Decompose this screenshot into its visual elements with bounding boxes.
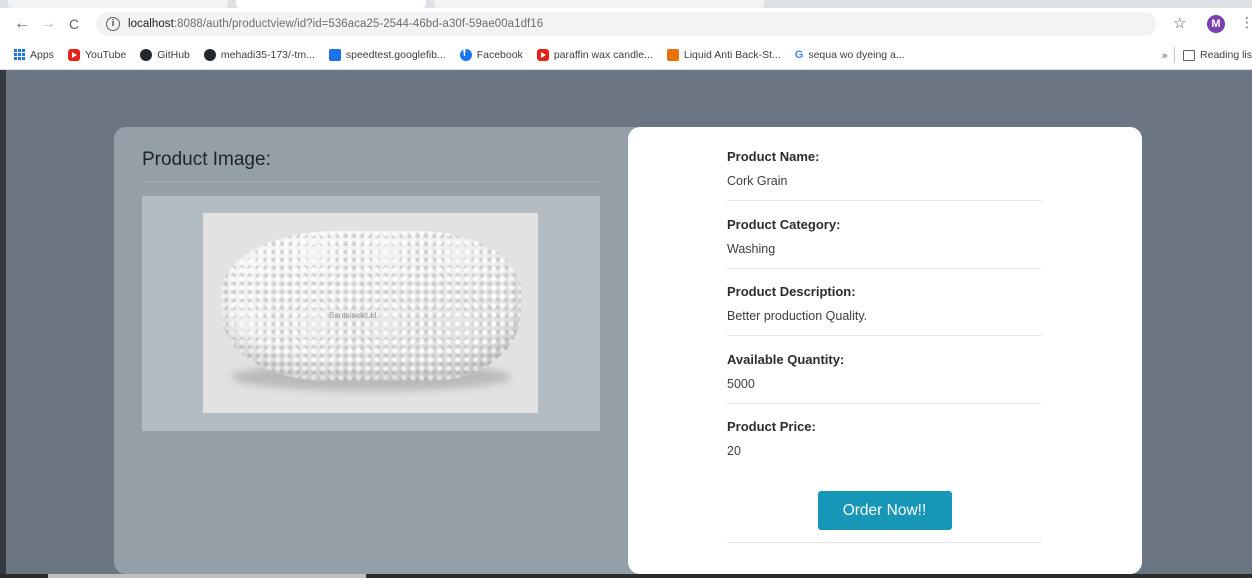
google-icon: G: [794, 48, 804, 61]
youtube-icon: [67, 48, 80, 61]
order-now-button[interactable]: Order Now!!: [817, 491, 952, 530]
bookmark-star-icon[interactable]: ☆: [1173, 14, 1186, 32]
bookmark-label: GitHub: [157, 48, 190, 61]
back-arrow-icon[interactable]: ←: [10, 12, 34, 36]
field-value: Better production Quality.: [727, 309, 868, 323]
bookmark-youtube[interactable]: YouTube: [67, 48, 127, 61]
field-available-quantity: Available Quantity: 5000: [727, 352, 1042, 404]
bookmark-label: paraffin wax candle...: [553, 48, 653, 61]
liquid-icon: [666, 48, 679, 61]
speedtest-icon: [328, 48, 341, 61]
field-divider: [727, 200, 1042, 201]
forward-arrow-icon[interactable]: →: [36, 12, 60, 36]
product-image-heading: Product Image:: [142, 149, 271, 170]
field-value: Washing: [727, 242, 776, 256]
bookmark-apps[interactable]: Apps: [14, 49, 54, 61]
bookmarks-bar: Apps YouTube GitHub mehadi35-173/-tm... …: [0, 40, 1252, 70]
product-image-frame: Bantalsakit.id: [142, 196, 600, 431]
bookmark-sequa[interactable]: G sequa wo dyeing a...: [795, 49, 905, 61]
bookmark-label: mehadi35-173/-tm...: [220, 48, 315, 61]
bookmark-speedtest[interactable]: speedtest.googlefib...: [328, 48, 446, 61]
github-icon: [203, 48, 216, 61]
site-info-icon[interactable]: i: [106, 17, 120, 31]
bookmark-liquid[interactable]: Liquid Anti Back-St...: [666, 48, 781, 61]
field-label: Product Name:: [727, 149, 820, 164]
field-label: Product Category:: [727, 217, 841, 232]
browser-tab[interactable]: [434, 0, 764, 8]
address-bar-row: ← → C i localhost:8088/auth/productview/…: [0, 8, 1252, 40]
bookmarks-right: » Reading lis: [1155, 40, 1252, 69]
window-left-edge: [0, 70, 6, 578]
button-divider: [727, 542, 1042, 543]
reload-icon[interactable]: C: [62, 12, 86, 36]
product-image-card: Product Image: Bantalsakit.id: [114, 127, 636, 574]
bookmark-facebook[interactable]: Facebook: [459, 48, 523, 61]
heading-divider: [142, 181, 600, 182]
bookmarks-overflow-icon[interactable]: »: [1161, 49, 1168, 62]
bead-pillow-image: [221, 231, 521, 381]
field-divider: [727, 268, 1042, 269]
browser-tab[interactable]: [8, 0, 228, 8]
bookmarks-separator: [1174, 47, 1176, 63]
browser-tab-active[interactable]: [236, 0, 426, 8]
url-text: localhost:8088/auth/productview/id?id=53…: [128, 18, 543, 30]
field-product-price: Product Price: 20: [727, 419, 1042, 458]
field-label: Available Quantity:: [727, 352, 845, 367]
field-label: Product Description:: [727, 284, 856, 299]
url-input[interactable]: i localhost:8088/auth/productview/id?id=…: [96, 12, 1156, 36]
field-product-description: Product Description: Better production Q…: [727, 284, 1042, 336]
field-value: Cork Grain: [727, 174, 788, 188]
bookmark-label: Liquid Anti Back-St...: [683, 48, 781, 61]
field-value: 20: [727, 444, 741, 458]
reading-list-button[interactable]: Reading lis: [1200, 49, 1252, 61]
bookmark-github-repo[interactable]: mehadi35-173/-tm...: [203, 48, 315, 61]
field-product-category: Product Category: Washing: [727, 217, 1042, 269]
profile-avatar[interactable]: M: [1207, 15, 1225, 33]
field-divider: [727, 335, 1042, 336]
bookmark-label: speedtest.googlefib...: [345, 48, 446, 61]
youtube-icon: [536, 48, 549, 61]
photo-watermark: Bantalsakit.id: [329, 311, 377, 320]
field-divider: [727, 403, 1042, 404]
horizontal-scrollbar[interactable]: [0, 574, 1252, 578]
scrollbar-thumb[interactable]: [48, 574, 366, 578]
facebook-icon: [459, 48, 472, 61]
browser-menu-icon[interactable]: ⋮: [1240, 15, 1252, 31]
order-button-wrap: Order Now!!: [727, 491, 1042, 530]
url-path: :8088/auth/productview/id?id=536aca25-25…: [173, 18, 544, 30]
reading-list-icon: [1183, 49, 1196, 61]
apps-grid-icon: [14, 49, 25, 60]
field-product-name: Product Name: Cork Grain: [727, 149, 1042, 201]
bookmark-label: Facebook: [476, 48, 523, 61]
bookmark-paraffin[interactable]: paraffin wax candle...: [536, 48, 653, 61]
field-label: Product Price:: [727, 419, 816, 434]
github-icon: [140, 48, 153, 61]
bookmark-label: Apps: [30, 48, 54, 61]
field-value: 5000: [727, 377, 755, 391]
bookmark-github[interactable]: GitHub: [140, 48, 190, 61]
product-photo: Bantalsakit.id: [203, 213, 538, 413]
url-host: localhost: [128, 18, 174, 30]
product-details-card: Product Name: Cork Grain Product Categor…: [628, 127, 1142, 574]
tab-strip: [0, 0, 1252, 8]
bookmark-label: sequa wo dyeing a...: [808, 48, 905, 61]
bookmark-label: YouTube: [84, 48, 127, 61]
